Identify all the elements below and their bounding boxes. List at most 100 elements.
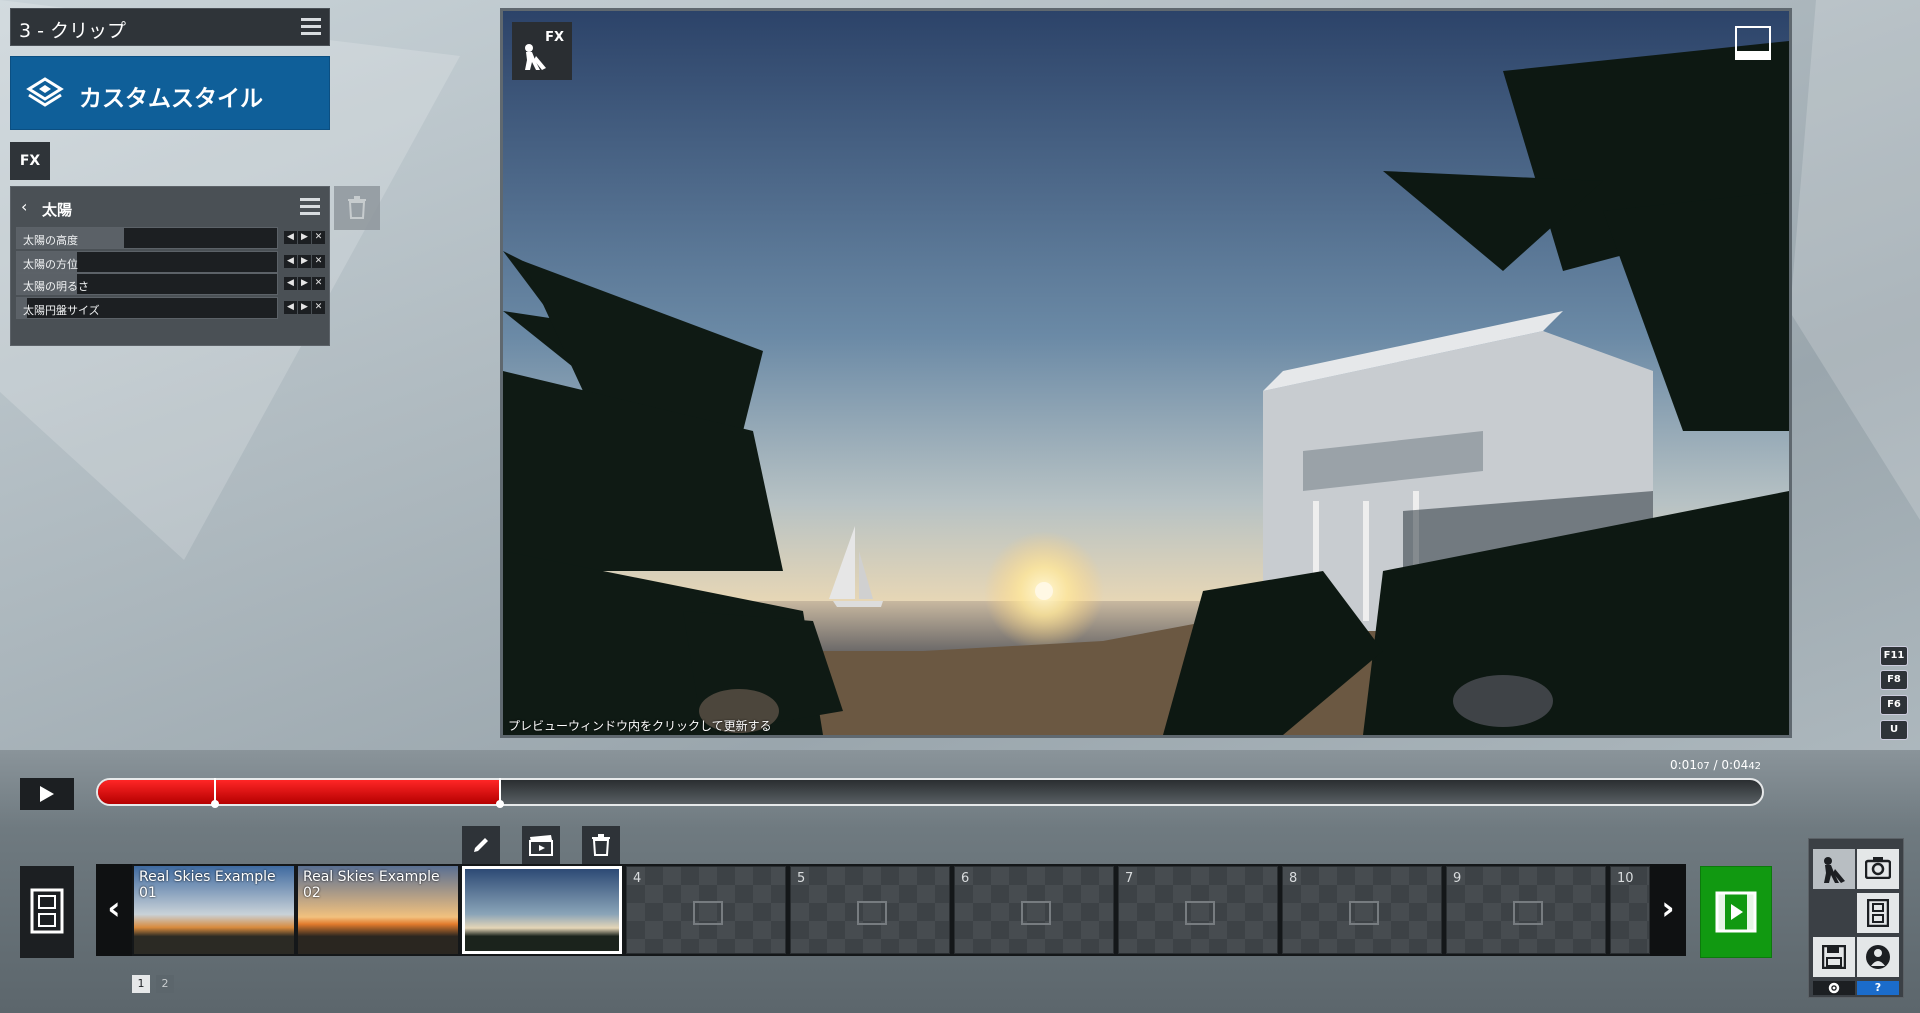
clip-slot-number: 5	[797, 871, 806, 886]
help-button[interactable]: ?	[1857, 981, 1899, 995]
custom-style-label: カスタムスタイル	[79, 86, 263, 112]
clip-thumbnail[interactable]: Real Skies Example 02	[298, 866, 458, 954]
clip-slot-number: 9	[1453, 871, 1462, 886]
clip-title: 3 - クリップ	[19, 20, 127, 42]
empty-clip-slot[interactable]: 6	[954, 866, 1114, 954]
preview-fx-label: FX	[545, 30, 564, 45]
edit-clip-button[interactable]	[462, 826, 500, 864]
effect-slider[interactable]: 太陽円盤サイズ	[16, 297, 278, 319]
empty-clip-slot[interactable]: 7	[1118, 866, 1278, 954]
gear-icon	[1828, 982, 1840, 994]
key-delete-button[interactable]: ✕	[312, 301, 325, 314]
shortcut-key[interactable]: F11	[1880, 646, 1908, 666]
back-chevron-icon[interactable]: ‹	[21, 197, 27, 216]
empty-clip-slot[interactable]: 8	[1282, 866, 1442, 954]
movie-mode-button[interactable]	[1857, 893, 1899, 933]
photo-mode-button[interactable]	[1857, 849, 1899, 889]
settings-button[interactable]	[1813, 981, 1855, 995]
clip-menu-icon[interactable]	[301, 18, 321, 36]
fx-badge[interactable]: FX	[10, 142, 50, 180]
effect-slider-label: 太陽の方位	[23, 258, 78, 271]
effect-menu-icon[interactable]	[300, 198, 320, 216]
key-prev-button[interactable]: ◀	[284, 231, 297, 244]
timeline-progress	[98, 780, 499, 804]
worker-icon	[525, 44, 546, 70]
effect-name: 太陽	[42, 201, 73, 219]
film-placeholder-icon	[1513, 901, 1543, 925]
fx-mode-button[interactable]	[1813, 849, 1855, 889]
delete-clip-button[interactable]	[582, 826, 620, 864]
clips-library-button[interactable]	[20, 866, 74, 958]
strip-next-button[interactable]: ›	[1650, 864, 1686, 956]
floppy-disk-icon	[1822, 945, 1846, 969]
strip-prev-button[interactable]: ‹	[96, 864, 132, 956]
add-film-icon	[1715, 891, 1757, 933]
film-placeholder-icon	[693, 901, 723, 925]
key-prev-button[interactable]: ◀	[284, 301, 297, 314]
clip-slot-number: 6	[961, 871, 970, 886]
effect-slider-label: 太陽円盤サイズ	[23, 304, 100, 317]
timeline-scrubber[interactable]	[96, 778, 1764, 806]
key-prev-button[interactable]: ◀	[284, 255, 297, 268]
delete-effect-button[interactable]	[334, 186, 380, 230]
film-strip-icon	[1867, 899, 1889, 927]
empty-clip-slot[interactable]: 5	[790, 866, 950, 954]
film-placeholder-icon	[1185, 901, 1215, 925]
clip-slot-number: 4	[633, 871, 642, 886]
time-current-frames: 07	[1696, 761, 1710, 772]
film-placeholder-icon	[857, 901, 887, 925]
key-delete-button[interactable]: ✕	[312, 255, 325, 268]
shortcut-key[interactable]: F8	[1880, 670, 1908, 690]
globe-mode-button[interactable]	[1857, 937, 1899, 977]
add-clip-button[interactable]	[1700, 866, 1772, 958]
preview-layout-toggle[interactable]	[1735, 26, 1771, 60]
key-delete-button[interactable]: ✕	[312, 231, 325, 244]
effect-slider-row: 太陽の方位 ◀ ▶ ✕	[16, 251, 326, 273]
effect-slider[interactable]: 太陽の明るさ	[16, 273, 278, 295]
key-next-button[interactable]: ▶	[298, 255, 311, 268]
key-next-button[interactable]: ▶	[298, 301, 311, 314]
clip-thumbnail[interactable]: Real Skies Example 01	[134, 866, 294, 954]
empty-clip-slot[interactable]: 4	[626, 866, 786, 954]
worker-icon	[1824, 857, 1845, 883]
preview-hint: プレビューウィンドウ内をクリックして更新する	[508, 719, 772, 733]
clip-slot-number: 8	[1289, 871, 1298, 886]
page-button[interactable]: 1	[132, 975, 150, 993]
empty-mode-slot	[1813, 893, 1855, 933]
preview-fx-button[interactable]: FX	[512, 22, 572, 80]
playhead-marker-dot	[496, 800, 504, 808]
key-next-button[interactable]: ▶	[298, 277, 311, 290]
mode-panel: ?	[1808, 838, 1904, 998]
key-delete-button[interactable]: ✕	[312, 277, 325, 290]
empty-clip-slot[interactable]: 10	[1610, 866, 1650, 954]
layers-icon	[26, 77, 64, 107]
time-readout: 0:0107 / 0:0442	[1670, 758, 1762, 772]
play-button[interactable]	[20, 778, 74, 810]
preview-window[interactable]	[500, 8, 1792, 738]
clip-name: Real Skies Example 02	[303, 869, 440, 901]
keyframe-marker-dot	[211, 800, 219, 808]
effect-panel-header: ‹ 太陽	[11, 187, 329, 227]
save-button[interactable]	[1813, 937, 1855, 977]
key-next-button[interactable]: ▶	[298, 231, 311, 244]
trash-icon	[348, 196, 366, 219]
custom-style-button[interactable]: カスタムスタイル	[10, 56, 330, 130]
key-prev-button[interactable]: ◀	[284, 277, 297, 290]
empty-clip-slot[interactable]: 9	[1446, 866, 1606, 954]
effect-slider[interactable]: 太陽の高度	[16, 227, 278, 249]
effect-slider[interactable]: 太陽の方位	[16, 251, 278, 273]
effect-slider-row: 太陽の明るさ ◀ ▶ ✕	[16, 273, 326, 295]
effect-slider-label: 太陽の明るさ	[23, 280, 89, 293]
pencil-icon	[474, 838, 488, 852]
globe-person-icon	[1866, 945, 1890, 969]
effect-panel: ‹ 太陽 太陽の高度 ◀ ▶ ✕ 太陽の方位 ◀ ▶ ✕ 太陽の明るさ ◀ ▶ ✕ 太陽円盤サイズ ◀ ▶ ✕	[10, 186, 330, 346]
effect-slider-row: 太陽の高度 ◀ ▶ ✕	[16, 227, 326, 249]
time-total: 0:04	[1721, 758, 1749, 772]
film-placeholder-icon	[1021, 901, 1051, 925]
shortcut-key[interactable]: U	[1880, 720, 1908, 740]
clip-slot-number: 10	[1617, 871, 1634, 886]
render-clip-button[interactable]	[522, 826, 560, 864]
page-button[interactable]: 2	[156, 975, 174, 993]
shortcut-key[interactable]: F6	[1880, 695, 1908, 715]
clip-thumbnail[interactable]	[462, 866, 622, 954]
